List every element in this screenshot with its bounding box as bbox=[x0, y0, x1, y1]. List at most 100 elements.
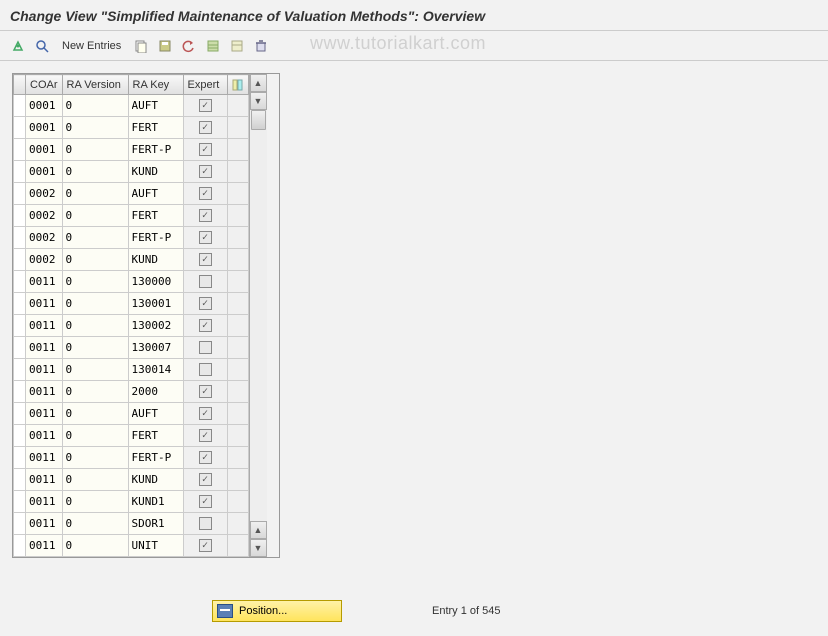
scroll-thumb[interactable] bbox=[251, 110, 266, 130]
col-header-expert[interactable]: Expert bbox=[183, 75, 227, 95]
expert-checkbox[interactable] bbox=[199, 99, 212, 112]
coar-input[interactable] bbox=[26, 491, 62, 512]
save-icon[interactable] bbox=[155, 36, 175, 56]
expert-checkbox[interactable] bbox=[199, 363, 212, 376]
ra-version-input[interactable] bbox=[63, 205, 128, 226]
ra-key-input[interactable] bbox=[129, 359, 183, 380]
row-selector[interactable] bbox=[14, 513, 26, 535]
expert-checkbox[interactable] bbox=[199, 539, 212, 552]
expert-checkbox[interactable] bbox=[199, 517, 212, 530]
coar-input[interactable] bbox=[26, 271, 62, 292]
coar-input[interactable] bbox=[26, 293, 62, 314]
ra-version-input[interactable] bbox=[63, 227, 128, 248]
coar-input[interactable] bbox=[26, 205, 62, 226]
row-selector[interactable] bbox=[14, 337, 26, 359]
expert-checkbox[interactable] bbox=[199, 495, 212, 508]
ra-key-input[interactable] bbox=[129, 205, 183, 226]
ra-key-input[interactable] bbox=[129, 227, 183, 248]
expert-checkbox[interactable] bbox=[199, 385, 212, 398]
row-selector[interactable] bbox=[14, 293, 26, 315]
expert-checkbox[interactable] bbox=[199, 209, 212, 222]
ra-key-input[interactable] bbox=[129, 161, 183, 182]
row-selector[interactable] bbox=[14, 205, 26, 227]
scroll-page-up-button[interactable]: ▲ bbox=[250, 521, 267, 539]
ra-version-input[interactable] bbox=[63, 513, 128, 534]
coar-input[interactable] bbox=[26, 139, 62, 160]
row-selector[interactable] bbox=[14, 425, 26, 447]
ra-key-input[interactable] bbox=[129, 337, 183, 358]
expert-checkbox[interactable] bbox=[199, 121, 212, 134]
row-selector[interactable] bbox=[14, 315, 26, 337]
coar-input[interactable] bbox=[26, 183, 62, 204]
row-selector[interactable] bbox=[14, 227, 26, 249]
expert-checkbox[interactable] bbox=[199, 319, 212, 332]
ra-version-input[interactable] bbox=[63, 139, 128, 160]
expert-checkbox[interactable] bbox=[199, 341, 212, 354]
ra-version-input[interactable] bbox=[63, 491, 128, 512]
row-selector[interactable] bbox=[14, 535, 26, 557]
expert-checkbox[interactable] bbox=[199, 429, 212, 442]
expert-checkbox[interactable] bbox=[199, 253, 212, 266]
ra-version-input[interactable] bbox=[63, 535, 128, 556]
ra-key-input[interactable] bbox=[129, 249, 183, 270]
row-selector[interactable] bbox=[14, 403, 26, 425]
ra-version-input[interactable] bbox=[63, 337, 128, 358]
coar-input[interactable] bbox=[26, 535, 62, 556]
ra-key-input[interactable] bbox=[129, 447, 183, 468]
row-selector[interactable] bbox=[14, 491, 26, 513]
undo-icon[interactable] bbox=[179, 36, 199, 56]
expert-checkbox[interactable] bbox=[199, 231, 212, 244]
ra-version-input[interactable] bbox=[63, 183, 128, 204]
col-header-coar[interactable]: COAr bbox=[26, 75, 63, 95]
row-selector[interactable] bbox=[14, 161, 26, 183]
expert-checkbox[interactable] bbox=[199, 297, 212, 310]
deselect-all-icon[interactable] bbox=[227, 36, 247, 56]
coar-input[interactable] bbox=[26, 381, 62, 402]
ra-version-input[interactable] bbox=[63, 381, 128, 402]
ra-key-input[interactable] bbox=[129, 315, 183, 336]
select-all-icon[interactable] bbox=[203, 36, 223, 56]
expert-checkbox[interactable] bbox=[199, 451, 212, 464]
ra-version-input[interactable] bbox=[63, 271, 128, 292]
row-selector[interactable] bbox=[14, 447, 26, 469]
col-header-ra-version[interactable]: RA Version bbox=[62, 75, 128, 95]
row-selector[interactable] bbox=[14, 95, 26, 117]
scroll-up-button[interactable]: ▲ bbox=[250, 74, 267, 92]
coar-input[interactable] bbox=[26, 469, 62, 490]
coar-input[interactable] bbox=[26, 117, 62, 138]
row-selector[interactable] bbox=[14, 249, 26, 271]
row-selector[interactable] bbox=[14, 183, 26, 205]
ra-version-input[interactable] bbox=[63, 447, 128, 468]
coar-input[interactable] bbox=[26, 161, 62, 182]
ra-key-input[interactable] bbox=[129, 469, 183, 490]
col-header-ra-key[interactable]: RA Key bbox=[128, 75, 183, 95]
vertical-scrollbar[interactable]: ▲ ▼ ▲ ▼ bbox=[249, 74, 267, 557]
expert-checkbox[interactable] bbox=[199, 143, 212, 156]
coar-input[interactable] bbox=[26, 359, 62, 380]
new-entries-button[interactable]: New Entries bbox=[56, 38, 127, 54]
ra-version-input[interactable] bbox=[63, 161, 128, 182]
expert-checkbox[interactable] bbox=[199, 275, 212, 288]
row-selector[interactable] bbox=[14, 271, 26, 293]
ra-version-input[interactable] bbox=[63, 315, 128, 336]
ra-key-input[interactable] bbox=[129, 271, 183, 292]
ra-key-input[interactable] bbox=[129, 403, 183, 424]
find-icon[interactable] bbox=[32, 36, 52, 56]
row-selector[interactable] bbox=[14, 381, 26, 403]
ra-key-input[interactable] bbox=[129, 381, 183, 402]
scroll-track[interactable] bbox=[250, 110, 267, 521]
coar-input[interactable] bbox=[26, 249, 62, 270]
ra-version-input[interactable] bbox=[63, 249, 128, 270]
row-selector[interactable] bbox=[14, 469, 26, 491]
ra-key-input[interactable] bbox=[129, 293, 183, 314]
row-selector[interactable] bbox=[14, 139, 26, 161]
select-all-rows[interactable] bbox=[14, 75, 26, 95]
expert-checkbox[interactable] bbox=[199, 187, 212, 200]
ra-key-input[interactable] bbox=[129, 95, 183, 116]
ra-version-input[interactable] bbox=[63, 293, 128, 314]
expert-checkbox[interactable] bbox=[199, 407, 212, 420]
ra-version-input[interactable] bbox=[63, 117, 128, 138]
row-selector[interactable] bbox=[14, 359, 26, 381]
ra-key-input[interactable] bbox=[129, 183, 183, 204]
scroll-page-down-button[interactable]: ▼ bbox=[250, 539, 267, 557]
